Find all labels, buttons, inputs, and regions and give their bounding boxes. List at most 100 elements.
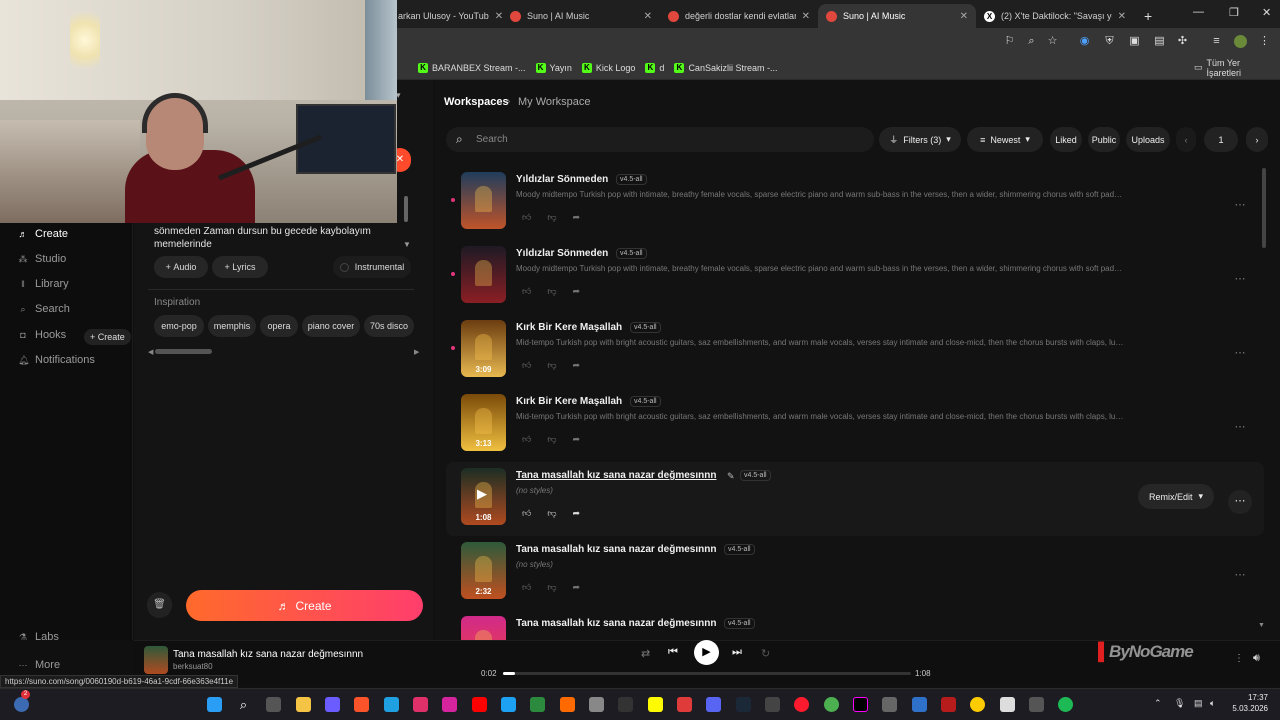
search-icon[interactable]: ⌕	[236, 697, 251, 712]
shield-icon[interactable]: ⛨	[1103, 35, 1116, 48]
app-icon[interactable]	[912, 697, 927, 712]
mic-icon[interactable]: 🎙︎	[1174, 698, 1185, 709]
next-page-icon[interactable]: ›	[1246, 127, 1268, 152]
song-title[interactable]: Tana masallah kız sana nazar değmesınnn	[516, 470, 716, 481]
media-icon[interactable]	[413, 697, 428, 712]
instagram-icon[interactable]	[442, 697, 457, 712]
song-title[interactable]: Kırk Bir Kere Maşallah	[516, 396, 622, 407]
opera-icon[interactable]	[794, 697, 809, 712]
more-options-icon[interactable]: ⋯	[1228, 268, 1252, 292]
scroll-down-icon[interactable]: ▼	[1258, 622, 1265, 629]
speedtest-icon[interactable]	[589, 697, 604, 712]
volume-icon[interactable]: 🔈︎	[1210, 698, 1215, 709]
sidebar-item-labs[interactable]: ⚗ Labs	[18, 631, 59, 643]
lyrics-button[interactable]: + Lyrics	[212, 256, 268, 278]
weather-icon[interactable]	[14, 697, 29, 712]
next-track-icon[interactable]: ⏭	[732, 646, 742, 659]
song-title[interactable]: Tana masallah kız sana nazar değmesınnn	[516, 618, 716, 629]
discord-icon[interactable]	[706, 697, 721, 712]
close-icon[interactable]: ✕	[1118, 11, 1126, 22]
bookmark-star-icon[interactable]: ☆	[1046, 35, 1059, 48]
scroll-right-icon[interactable]: ▶	[414, 348, 419, 356]
copilot-icon[interactable]	[325, 697, 340, 712]
sidebar-item-more[interactable]: ⋯ More	[18, 659, 61, 671]
breadcrumb-root[interactable]: Workspaces	[444, 96, 509, 108]
tray-chevron-icon[interactable]: ⌃	[1154, 698, 1162, 709]
windows-start-icon[interactable]	[207, 697, 222, 712]
inspiration-tag[interactable]: opera	[260, 315, 298, 337]
menu-kebab-icon[interactable]: ⋮	[1258, 35, 1271, 48]
sidebar-item-search[interactable]: ⌕ Search	[18, 303, 69, 315]
volume-icon[interactable]: 🔊︎	[1253, 652, 1260, 665]
song-title[interactable]: Kırk Bir Kere Maşallah	[516, 322, 622, 333]
app-icon[interactable]	[1000, 697, 1015, 712]
all-bookmarks[interactable]: ▭ Tüm Yer İşaretleri	[1194, 58, 1270, 78]
thumbs-up-icon[interactable]: 👍︎	[522, 582, 531, 593]
puzzle-icon[interactable]: ✣	[1176, 35, 1189, 48]
app-icon[interactable]	[882, 697, 897, 712]
search-input[interactable]: ⌕ Search	[446, 127, 874, 152]
browser-tab[interactable]: X (2) X'te Daktilock: "Savaşı yorum ✕	[976, 4, 1134, 28]
trash-icon[interactable]: 🗑︎	[147, 592, 172, 618]
spotify-icon[interactable]	[1058, 697, 1073, 712]
profile-avatar-icon[interactable]	[1234, 35, 1247, 48]
now-playing-artist[interactable]: berksuat80	[173, 662, 213, 671]
close-icon[interactable]: ✕	[802, 11, 810, 22]
thumbs-up-icon[interactable]: 👍︎	[522, 212, 531, 223]
sidebar-item-studio[interactable]: ⁂ Studio	[18, 253, 67, 265]
close-icon[interactable]: ✕	[495, 11, 502, 22]
soundcloud-icon[interactable]	[560, 697, 575, 712]
chrome-icon[interactable]	[824, 697, 839, 712]
repeat-icon[interactable]: ↻	[761, 647, 770, 660]
share-icon[interactable]: ➦	[573, 508, 581, 519]
tags-scrollbar[interactable]	[155, 349, 212, 354]
hooks-create-button[interactable]: + Create	[84, 329, 131, 345]
more-options-icon[interactable]: ⋯	[1228, 564, 1252, 588]
bookmark-item[interactable]: Kd	[645, 62, 664, 73]
new-tab-icon[interactable]: +	[1134, 4, 1162, 28]
instrumental-toggle[interactable]: Instrumental	[333, 256, 411, 278]
shuffle-icon[interactable]: ⇄	[641, 647, 650, 660]
snapchat-icon[interactable]	[648, 697, 663, 712]
liked-filter[interactable]: Liked	[1050, 127, 1082, 152]
page-number[interactable]: 1	[1204, 127, 1238, 152]
system-clock[interactable]: 17:37 5.03.2026	[1232, 693, 1268, 713]
yandex-icon[interactable]	[970, 697, 985, 712]
audio-button[interactable]: + Audio	[154, 256, 208, 278]
app-icon[interactable]	[677, 697, 692, 712]
sidebar-item-create[interactable]: ♬ Create	[18, 228, 69, 240]
song-cover[interactable]: 3:09	[461, 320, 506, 377]
bookmark-item[interactable]: K Yayın	[535, 62, 572, 73]
brave-icon[interactable]	[354, 697, 369, 712]
epic-games-icon[interactable]	[618, 697, 633, 712]
reading-list-icon[interactable]: ≡	[1210, 35, 1223, 48]
zoom-icon[interactable]: ⌕	[1025, 35, 1038, 48]
inspiration-tag[interactable]: emo-pop	[154, 315, 204, 337]
song-cover[interactable]: 3:13	[461, 394, 506, 451]
song-cover[interactable]	[461, 172, 506, 229]
thumbs-up-icon[interactable]: 👍︎	[522, 286, 531, 297]
now-playing-title[interactable]: Tana masallah kız sana nazar değmesınnn	[173, 649, 363, 660]
sidebar-item-hooks[interactable]: ◘ Hooks	[18, 329, 66, 341]
close-icon[interactable]: ✕	[644, 11, 652, 22]
browser-tab[interactable]: Suno | AI Music ✕	[502, 4, 660, 28]
app-icon[interactable]	[530, 697, 545, 712]
tiktok-icon[interactable]	[853, 697, 868, 712]
minimize-icon[interactable]: —	[1193, 6, 1204, 18]
share-icon[interactable]: ➦	[573, 286, 581, 297]
progress-track[interactable]	[503, 672, 911, 675]
song-title[interactable]: Yıldızlar Sönmeden	[516, 248, 608, 259]
share-icon[interactable]: ➦	[573, 212, 581, 223]
browser-tab[interactable]: değerli dostlar kendi evlatlarını ✕	[660, 4, 818, 28]
thumbs-down-icon[interactable]: 👎︎	[547, 582, 556, 593]
song-cover[interactable]: 2:32	[461, 542, 506, 599]
sort-button[interactable]: ≡ Newest ▾	[967, 127, 1043, 152]
edit-pencil-icon[interactable]: ✎	[724, 470, 738, 483]
window-close-icon[interactable]: ✕	[1262, 6, 1271, 19]
sidebar-item-notifications[interactable]: 🔔︎ Notifications	[18, 354, 95, 366]
remix-edit-button[interactable]: Remix/Edit ▾	[1138, 484, 1214, 509]
menu-kebab-icon[interactable]: ⋮	[1234, 653, 1244, 664]
thumbs-down-icon[interactable]: 👎︎	[547, 212, 556, 223]
more-options-icon[interactable]: ⋯	[1228, 194, 1252, 218]
share-icon[interactable]: ➦	[573, 360, 581, 371]
